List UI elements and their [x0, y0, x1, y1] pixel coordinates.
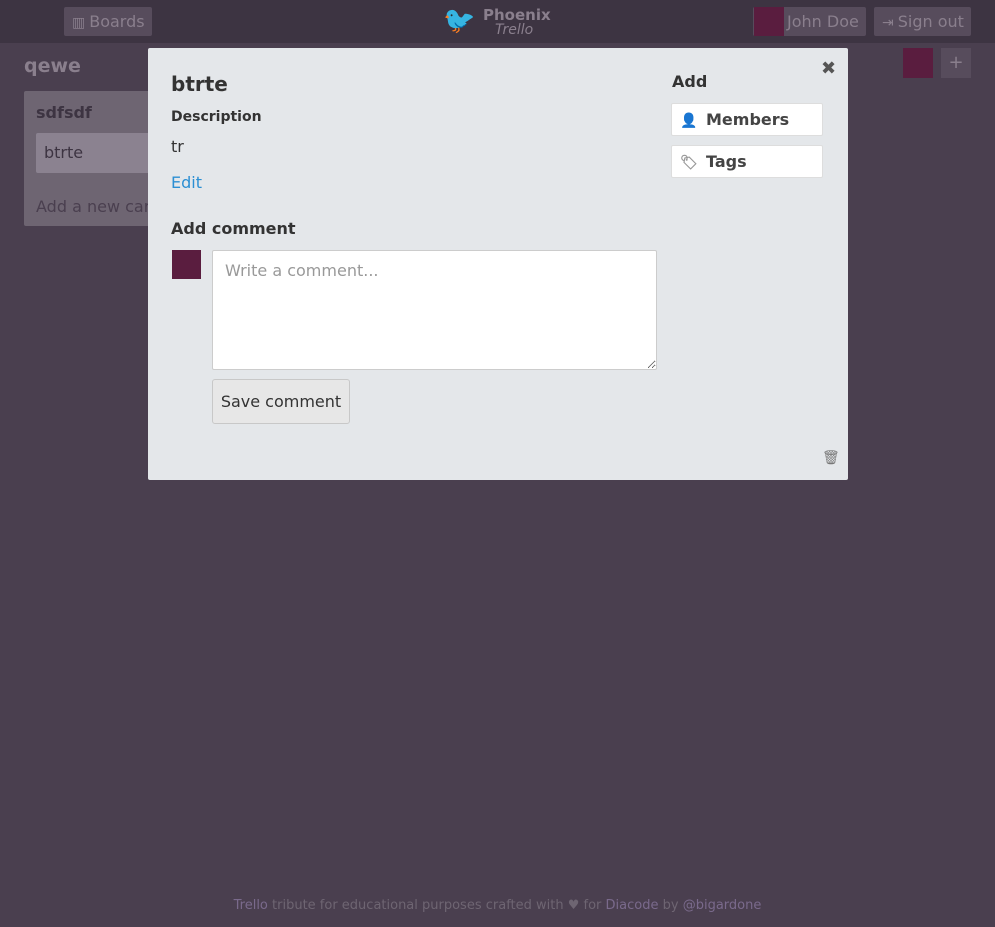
footer-author-link[interactable]: @bigardone: [683, 898, 762, 913]
user-icon: 👤: [680, 113, 698, 129]
tags-button[interactable]: 🏷 Tags: [671, 145, 823, 178]
footer-text-by: by: [658, 898, 683, 913]
sign-out-button[interactable]: ⇥ Sign out: [874, 7, 971, 36]
footer-text: tribute for educational purposes crafted…: [267, 898, 606, 913]
comment-textarea[interactable]: [212, 250, 657, 370]
trash-icon[interactable]: 🗑: [822, 450, 840, 466]
members-button[interactable]: 👤 Members: [671, 103, 823, 136]
tags-label: Tags: [706, 152, 747, 171]
add-comment-heading: Add comment: [171, 219, 296, 238]
columns-icon: ▥: [72, 15, 86, 31]
sign-out-label: Sign out: [897, 12, 964, 31]
card-title: btrte: [171, 72, 228, 96]
add-member-button[interactable]: +: [941, 48, 971, 78]
user-avatar: [754, 7, 784, 36]
sign-out-icon: ⇥: [882, 15, 894, 31]
phoenix-trello-logo[interactable]: 🐦 Phoenix Trello: [443, 4, 551, 40]
boards-button[interactable]: ▥ Boards: [64, 7, 152, 36]
close-icon[interactable]: ✖: [821, 58, 836, 79]
description-label: Description: [171, 109, 262, 125]
description-text: tr: [171, 137, 184, 156]
comment-author-avatar: [172, 250, 201, 279]
members-label: Members: [706, 110, 790, 129]
board-member-avatar: [903, 48, 933, 78]
add-heading: Add: [672, 72, 708, 91]
current-user-button[interactable]: John Doe: [753, 7, 866, 36]
edit-description-link[interactable]: Edit: [171, 173, 202, 192]
user-name: John Doe: [787, 12, 859, 31]
list-title[interactable]: sdfsdf: [36, 103, 92, 122]
footer-company-link[interactable]: Diacode: [606, 898, 659, 913]
board-title[interactable]: qewe: [24, 55, 81, 77]
top-navigation-bar: ▥ Boards 🐦 Phoenix Trello John Doe ⇥ Sign …: [0, 0, 995, 43]
phoenix-bird-icon: 🐦: [443, 6, 476, 36]
footer-brand-link[interactable]: Trello: [234, 898, 268, 913]
boards-label: Boards: [89, 12, 145, 31]
tag-icon: 🏷: [680, 155, 698, 171]
card-detail-modal: btrte Description tr Edit Add comment Sa…: [148, 48, 848, 480]
footer: Trello tribute for educational purposes …: [0, 898, 995, 913]
logo-text-trello: Trello: [495, 22, 534, 38]
save-comment-button[interactable]: Save comment: [212, 379, 350, 424]
